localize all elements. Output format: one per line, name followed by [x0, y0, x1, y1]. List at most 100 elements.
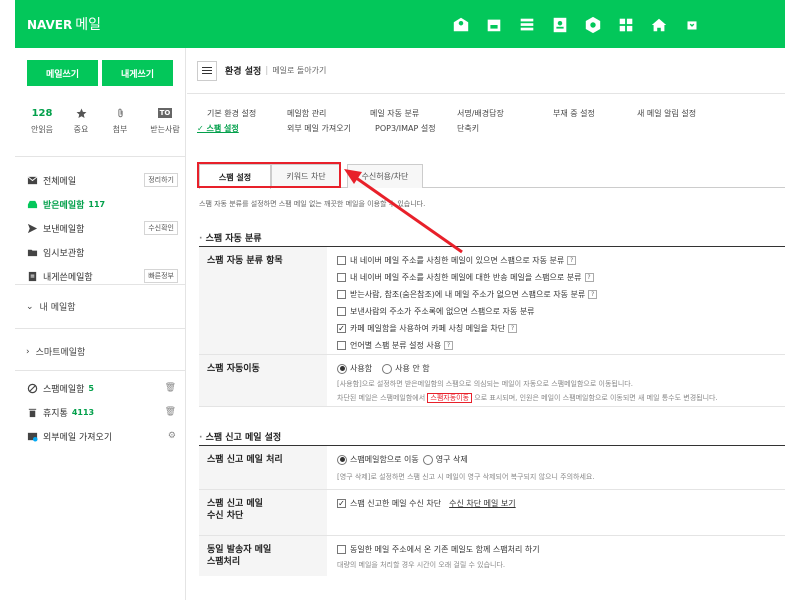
my-mailbox-toggle[interactable]: ⌄ 내 메일함 [26, 300, 76, 314]
to-badge-icon: TO [157, 108, 173, 118]
auto-classify-option[interactable]: 보낸사람의 주소가 주소록에 없으면 스팸으로 자동 분류 [337, 303, 597, 320]
report-block-row: 스팸 신고 메일 수신 차단 ✓ 스팸 신고한 메일 수신 차단 수신 차단 메… [199, 490, 785, 536]
auto-classify-text: 언어별 스팸 분류 설정 사용 [350, 341, 442, 350]
help-icon[interactable]: ? [584, 273, 594, 282]
inbox-count: 117 [88, 199, 106, 209]
folder-all[interactable]: 전체메일 정리하기 [26, 168, 178, 192]
naver-mail-logo[interactable]: NAVER 메일 [27, 14, 101, 34]
auto-classify-checkbox[interactable] [337, 256, 346, 265]
auto-classify-checkbox[interactable] [337, 290, 346, 299]
auto-classify-row: 스팸 자동 분류 항목 내 네이버 메일 주소를 사칭한 메일이 있으면 스팸으… [199, 247, 785, 355]
help-icon[interactable]: ? [567, 256, 577, 265]
auto-classify-text: 받는사람, 참조(숨은참조)에 내 메일 주소가 없으면 스팸으로 자동 분류 [350, 290, 586, 299]
spam-auto-move-tag: 스팸자동이동 [427, 393, 473, 403]
chevron-right-icon: › [26, 346, 30, 357]
auto-classify-text: 내 네이버 메일 주소를 사칭한 메일에 대한 반송 메일을 스팸으로 분류 [350, 273, 582, 282]
list-icon[interactable] [517, 15, 537, 35]
menu-away[interactable]: 부재 중 설정 [553, 108, 595, 119]
auto-classify-checkbox[interactable] [337, 307, 346, 316]
help-icon[interactable]: ? [588, 290, 598, 299]
menu-auto-sort[interactable]: 메일 자동 분류 [370, 108, 419, 119]
help-icon[interactable]: ? [444, 341, 454, 350]
gear-icon[interactable]: ⚙ [168, 431, 176, 441]
calendar-icon[interactable] [484, 15, 504, 35]
auto-move-label: 스팸 자동이동 [199, 355, 327, 406]
trash-icon [26, 406, 38, 418]
quick-btn[interactable]: 빠른정부 [144, 269, 178, 283]
auto-classify-checkbox[interactable] [337, 341, 346, 350]
auto-classify-checkbox[interactable]: ✓ [337, 324, 346, 333]
menu-mailbox[interactable]: 메일함 관리 [287, 108, 326, 119]
section-spam-report: 스팸 신고 메일 설정 [199, 430, 282, 443]
note-icon [26, 270, 38, 282]
menu-signature[interactable]: 서명/배경답장 [457, 108, 504, 119]
menu-notify[interactable]: 새 메일 알림 설정 [637, 108, 696, 119]
write-to-self-button[interactable]: 내게쓰기 [102, 60, 173, 86]
menu-spam[interactable]: ✓ 스팸 설정 [197, 123, 239, 134]
page-title: 환경 설정 [225, 67, 262, 77]
back-to-mail-link[interactable]: 메일로 돌아가기 [272, 65, 326, 76]
quick-attachment[interactable]: 첨부 [107, 106, 133, 135]
folder-sent[interactable]: 보낸메일함 수신확인 [26, 216, 178, 240]
move-off-radio[interactable] [382, 363, 393, 374]
contacts-icon[interactable] [550, 15, 570, 35]
quick-unread[interactable]: 128 안읽음 [29, 106, 55, 135]
auto-classify-text: 내 네이버 메일 주소를 사칭한 메일이 있으면 스팸으로 자동 분류 [350, 256, 565, 265]
folder-trash[interactable]: 휴지통 4113 🗑 [26, 400, 178, 424]
smart-mailbox-toggle[interactable]: › 스마트메일함 [26, 345, 85, 359]
auto-classify-option[interactable]: 언어별 스팸 분류 설정 사용? [337, 337, 597, 354]
view-blocked-link[interactable]: 수신 차단 메일 보기 [449, 498, 516, 509]
report-handling-row: 스팸 신고 메일 처리 스팸메일함으로 이동 영구 삭제 [영구 삭제]로 설정… [199, 446, 785, 490]
auto-classify-table: 스팸 자동 분류 항목 내 네이버 메일 주소를 사칭한 메일이 있으면 스팸으… [199, 246, 785, 407]
hexagon-icon[interactable] [583, 15, 603, 35]
auto-classify-label: 스팸 자동 분류 항목 [199, 247, 327, 354]
inbox-icon [26, 198, 38, 210]
auto-classify-option[interactable]: 받는사람, 참조(숨은참조)에 내 메일 주소가 없으면 스팸으로 자동 분류? [337, 286, 598, 303]
help-icon[interactable]: ? [508, 324, 518, 333]
grid-icon[interactable] [616, 15, 636, 35]
quick-to-me[interactable]: TO 받는사람 [146, 106, 184, 135]
folder-drafts[interactable]: 임시보관함 [26, 240, 178, 264]
auto-classify-option[interactable]: 내 네이버 메일 주소를 사칭한 메일이 있으면 스팸으로 자동 분류? [337, 252, 597, 269]
report-move-radio[interactable] [337, 454, 347, 465]
auto-classify-option[interactable]: ✓ 카페 메일함을 사용하여 카페 사칭 메일을 차단? [337, 320, 597, 337]
chevron-down-icon: ⌄ [26, 301, 34, 312]
unread-count: 128 [31, 107, 53, 119]
brand-text: NAVER [27, 18, 73, 32]
mail-app-icon[interactable] [451, 15, 471, 35]
auto-classify-text: 카페 메일함을 사용하여 카페 사칭 메일을 차단 [350, 324, 506, 333]
empty-trash-icon[interactable]: 🗑 [165, 407, 176, 417]
section-auto-classify: 스팸 자동 분류 [199, 231, 262, 244]
report-delete-radio[interactable] [422, 454, 433, 465]
auto-classify-text: 보낸사람의 주소가 주소록에 없으면 스팸으로 자동 분류 [350, 307, 535, 316]
menu-basic[interactable]: 기본 환경 설정 [207, 108, 256, 119]
compose-button[interactable]: 메일쓰기 [27, 60, 98, 86]
menu-shortcuts[interactable]: 단축키 [457, 123, 479, 134]
tab-allow-block[interactable]: 수신허용/차단 [347, 164, 423, 188]
report-handling-label: 스팸 신고 메일 처리 [199, 446, 327, 489]
send-icon [26, 222, 38, 234]
auto-classify-option[interactable]: 내 네이버 메일 주소를 사칭한 메일에 대한 반송 메일을 스팸으로 분류? [337, 269, 597, 286]
home-icon[interactable] [649, 15, 669, 35]
tidy-button[interactable]: 정리하기 [144, 173, 178, 187]
more-icon[interactable] [682, 15, 702, 35]
menu-icon[interactable] [197, 60, 217, 81]
read-receipt-button[interactable]: 수신확인 [144, 221, 178, 235]
top-bar: NAVER 메일 [15, 0, 785, 48]
empty-spam-trash-icon[interactable]: 🗑 [165, 383, 176, 393]
spam-report-table: 스팸 신고 메일 처리 스팸메일함으로 이동 영구 삭제 [영구 삭제]로 설정… [199, 445, 785, 576]
block-reported-checkbox[interactable]: ✓ [337, 499, 346, 508]
auto-classify-checkbox[interactable] [337, 273, 346, 282]
folder-external[interactable]: 외부메일 가져오기 ⚙ [26, 424, 178, 448]
block-icon [26, 382, 38, 394]
folder-spam[interactable]: 스팸메일함 5 🗑 [26, 376, 178, 400]
menu-pop3[interactable]: POP3/IMAP 설정 [375, 123, 436, 134]
folder-inbox[interactable]: 받은메일함 117 [26, 192, 178, 216]
folder-icon [26, 246, 38, 258]
move-on-radio[interactable] [337, 363, 347, 374]
same-sender-checkbox[interactable] [337, 545, 346, 554]
folder-list: 전체메일 정리하기 받은메일함 117 보낸메일함 수신확인 임시보관함 내게쓴… [26, 168, 178, 288]
quick-important[interactable]: 중요 [68, 106, 94, 135]
menu-external[interactable]: 외부 메일 가져오기 [287, 123, 351, 134]
same-sender-row: 동일 발송자 메일 스팸처리 동일한 메일 주소에서 온 기존 메일도 함께 스… [199, 536, 785, 576]
